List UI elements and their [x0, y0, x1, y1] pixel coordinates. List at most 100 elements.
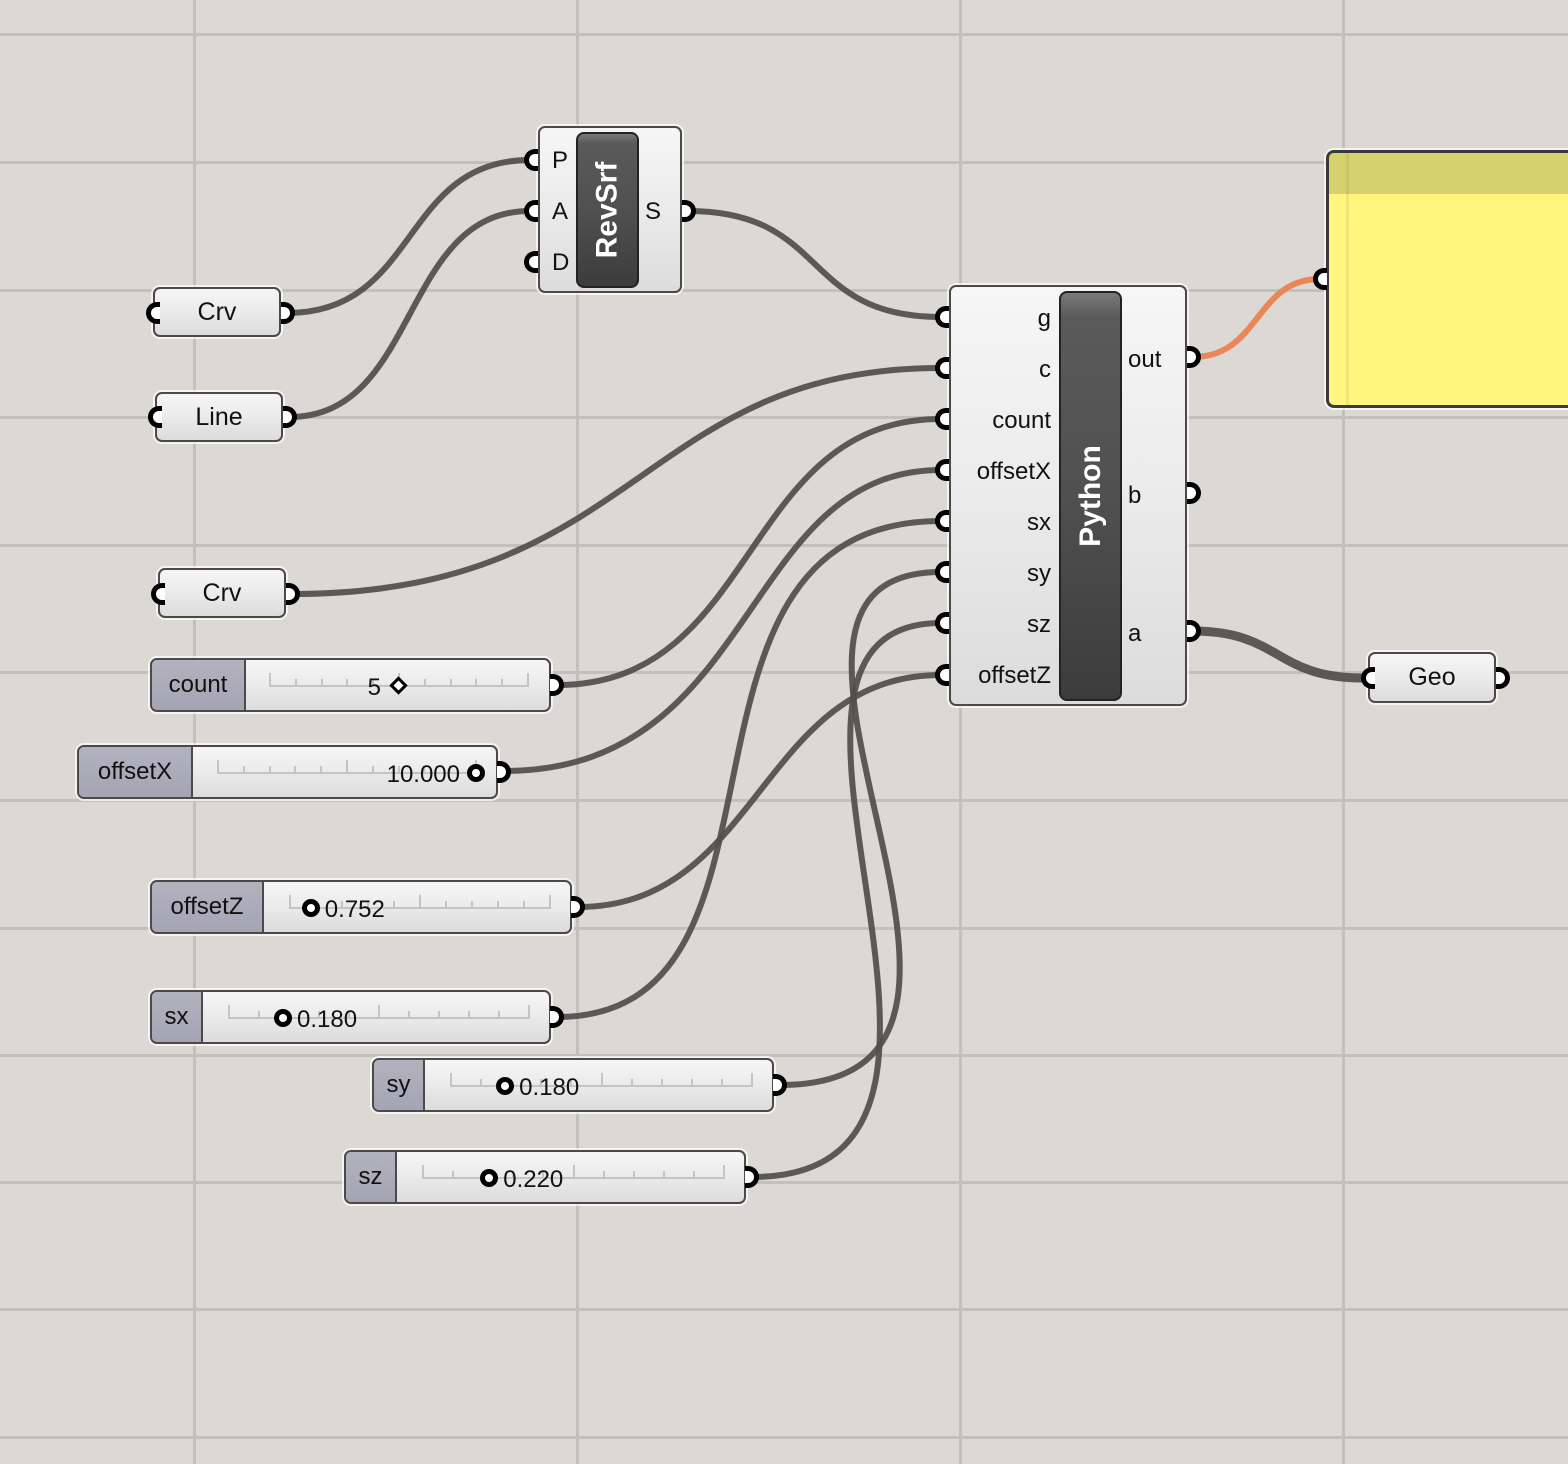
- grasshopper-canvas[interactable]: Crv Line Crv RevSrf P A D S Python g c c…: [0, 0, 1568, 1464]
- input-grip-c[interactable]: [935, 357, 949, 379]
- slider-offsetx[interactable]: offsetX 10.000: [77, 745, 511, 799]
- slider-label[interactable]: sy: [374, 1060, 425, 1110]
- input-label-offsetz: offsetZ: [978, 662, 1051, 689]
- slider-value: 0.180: [297, 1006, 358, 1033]
- slider-count[interactable]: count 5: [150, 658, 564, 712]
- grid-line: [1346, 153, 1349, 405]
- panel-input-grip[interactable]: [1313, 268, 1327, 290]
- slider-tick: [528, 1005, 530, 1019]
- slider-knob-circle-icon[interactable]: [496, 1077, 515, 1095]
- slider-sx[interactable]: sx 0.180: [150, 990, 564, 1044]
- line-parameter-box[interactable]: Line: [155, 392, 283, 442]
- slider-tick: [523, 901, 525, 909]
- geo-parameter-box[interactable]: Geo: [1368, 652, 1496, 703]
- panel-body[interactable]: [1326, 150, 1568, 408]
- input-grip[interactable]: [148, 406, 162, 428]
- input-grip-sz[interactable]: [935, 612, 949, 634]
- slider-tick: [662, 1171, 665, 1179]
- input-label-sz: sz: [1027, 611, 1051, 638]
- output-grip[interactable]: [497, 761, 511, 783]
- crv-parameter-2[interactable]: Crv: [151, 566, 300, 620]
- slider-knob-circle-icon[interactable]: [480, 1169, 499, 1187]
- input-grip-a[interactable]: [524, 200, 538, 222]
- geo-parameter[interactable]: Geo: [1361, 650, 1510, 706]
- crv-parameter-1[interactable]: Crv: [146, 285, 295, 339]
- slider-tick: [346, 760, 348, 774]
- revsrf-capsule[interactable]: RevSrf: [576, 132, 639, 288]
- output-grip[interactable]: [286, 583, 300, 605]
- slider-tick: [294, 766, 297, 774]
- panel-header[interactable]: [1329, 153, 1568, 194]
- slider-body[interactable]: offsetX 10.000: [77, 745, 498, 799]
- slider-body[interactable]: offsetZ 0.752: [150, 880, 572, 934]
- crv-parameter-box[interactable]: Crv: [158, 568, 286, 618]
- output-grip-out[interactable]: [1187, 346, 1201, 368]
- slider-knob-circle-icon[interactable]: [274, 1009, 292, 1027]
- slider-label[interactable]: sz: [346, 1152, 397, 1202]
- slider-value: 5: [367, 674, 381, 701]
- crv-label: Crv: [197, 297, 237, 326]
- slider-tick: [527, 673, 529, 687]
- output-grip[interactable]: [550, 1006, 564, 1028]
- slider-label[interactable]: sx: [152, 992, 203, 1042]
- wire-count-to-python-count[interactable]: [554, 416, 944, 688]
- revsrf-component[interactable]: RevSrf P A D S: [524, 126, 696, 294]
- python-capsule[interactable]: Python: [1059, 291, 1122, 701]
- output-grip[interactable]: [571, 896, 585, 918]
- slider-tick: [419, 895, 421, 909]
- slider-tick: [422, 1165, 424, 1179]
- slider-body[interactable]: sy 0.180: [372, 1058, 774, 1112]
- slider-sy[interactable]: sy 0.180: [372, 1058, 787, 1112]
- geo-label: Geo: [1408, 663, 1456, 691]
- input-grip[interactable]: [146, 302, 160, 324]
- wire-line-to-revsrf-a[interactable]: [286, 208, 533, 420]
- crv-parameter-box[interactable]: Crv: [153, 287, 281, 337]
- input-grip-offsetz[interactable]: [935, 664, 949, 686]
- input-grip-offsetx[interactable]: [935, 459, 949, 481]
- output-grip-b[interactable]: [1187, 482, 1201, 504]
- python-component[interactable]: Python g c count offsetX sx sy sz offset…: [935, 285, 1201, 707]
- output-grip[interactable]: [281, 302, 295, 324]
- output-grip-s[interactable]: [682, 200, 696, 222]
- output-grip[interactable]: [773, 1074, 787, 1096]
- panel-component[interactable]: [1313, 150, 1568, 408]
- slider-label[interactable]: offsetZ: [152, 882, 264, 932]
- output-grip[interactable]: [745, 1166, 759, 1188]
- slider-body[interactable]: sz 0.220: [344, 1150, 746, 1204]
- slider-tick: [549, 895, 551, 909]
- slider-tick: [294, 679, 297, 687]
- output-grip[interactable]: [283, 406, 297, 428]
- wire-revsrf-s-to-python-g[interactable]: [685, 208, 944, 320]
- slider-sz[interactable]: sz 0.220: [344, 1150, 759, 1204]
- output-grip[interactable]: [1496, 667, 1510, 689]
- output-grip[interactable]: [550, 674, 564, 696]
- slider-label[interactable]: offsetX: [79, 747, 193, 797]
- wire-sy-to-python-sy[interactable]: [777, 569, 944, 1088]
- wire-offsetz-to-python-offsetz[interactable]: [575, 672, 944, 910]
- input-grip-sx[interactable]: [935, 510, 949, 532]
- slider-offsetz[interactable]: offsetZ 0.752: [150, 880, 585, 934]
- wire-offsetx-to-python-offsetx[interactable]: [501, 467, 944, 774]
- slider-tick: [289, 895, 291, 909]
- input-grip[interactable]: [151, 583, 165, 605]
- input-grip-g[interactable]: [935, 306, 949, 328]
- input-grip-count[interactable]: [935, 408, 949, 430]
- output-grip-a[interactable]: [1187, 620, 1201, 642]
- slider-knob-circle-icon[interactable]: [301, 899, 320, 917]
- slider-body[interactable]: sx 0.180: [150, 990, 551, 1044]
- wire-crv2-to-python-c[interactable]: [289, 365, 944, 597]
- slider-tick: [660, 1079, 663, 1087]
- wire-sx-to-python-sx[interactable]: [554, 518, 944, 1020]
- input-grip-sy[interactable]: [935, 561, 949, 583]
- slider-label[interactable]: count: [152, 660, 246, 710]
- slider-body[interactable]: count 5: [150, 658, 551, 712]
- input-grip-d[interactable]: [524, 251, 538, 273]
- slider-track[interactable]: [422, 1165, 725, 1181]
- line-parameter[interactable]: Line: [148, 390, 297, 444]
- slider-tick: [501, 679, 504, 687]
- slider-knob-circle-icon[interactable]: [467, 764, 485, 782]
- input-grip[interactable]: [1361, 667, 1375, 689]
- slider-tick: [632, 1171, 635, 1179]
- input-grip-p[interactable]: [524, 149, 538, 171]
- python-name: Python: [1073, 445, 1107, 547]
